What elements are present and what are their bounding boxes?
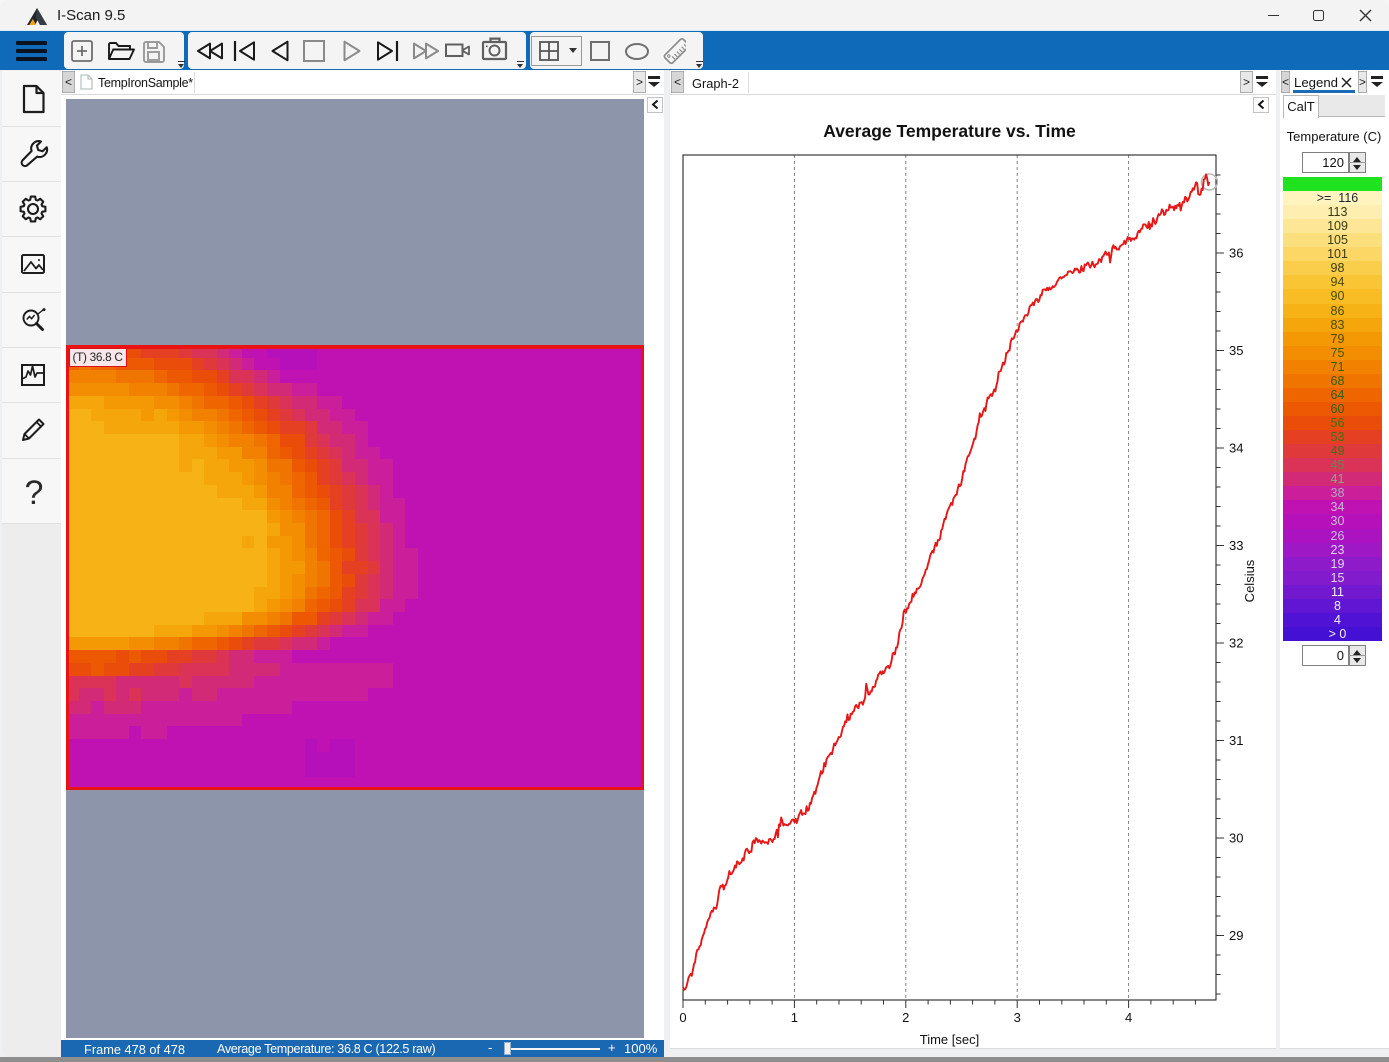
svg-text:36: 36 xyxy=(1229,246,1243,261)
svg-text:29: 29 xyxy=(1229,928,1243,943)
svg-text:31: 31 xyxy=(1229,733,1243,748)
svg-text:32: 32 xyxy=(1229,636,1243,651)
svg-text:35: 35 xyxy=(1229,343,1243,358)
svg-text:3: 3 xyxy=(1014,1010,1021,1025)
svg-text:1: 1 xyxy=(791,1010,798,1025)
svg-text:2: 2 xyxy=(902,1010,909,1025)
svg-text:Celsius: Celsius xyxy=(1242,559,1257,602)
svg-text:30: 30 xyxy=(1229,831,1243,846)
svg-text:Time [sec]: Time [sec] xyxy=(920,1032,979,1047)
svg-text:33: 33 xyxy=(1229,538,1243,553)
svg-text:4: 4 xyxy=(1125,1010,1132,1025)
svg-text:0: 0 xyxy=(679,1010,686,1025)
svg-text:Average Temperature vs. Time: Average Temperature vs. Time xyxy=(823,121,1076,141)
svg-text:34: 34 xyxy=(1229,441,1243,456)
